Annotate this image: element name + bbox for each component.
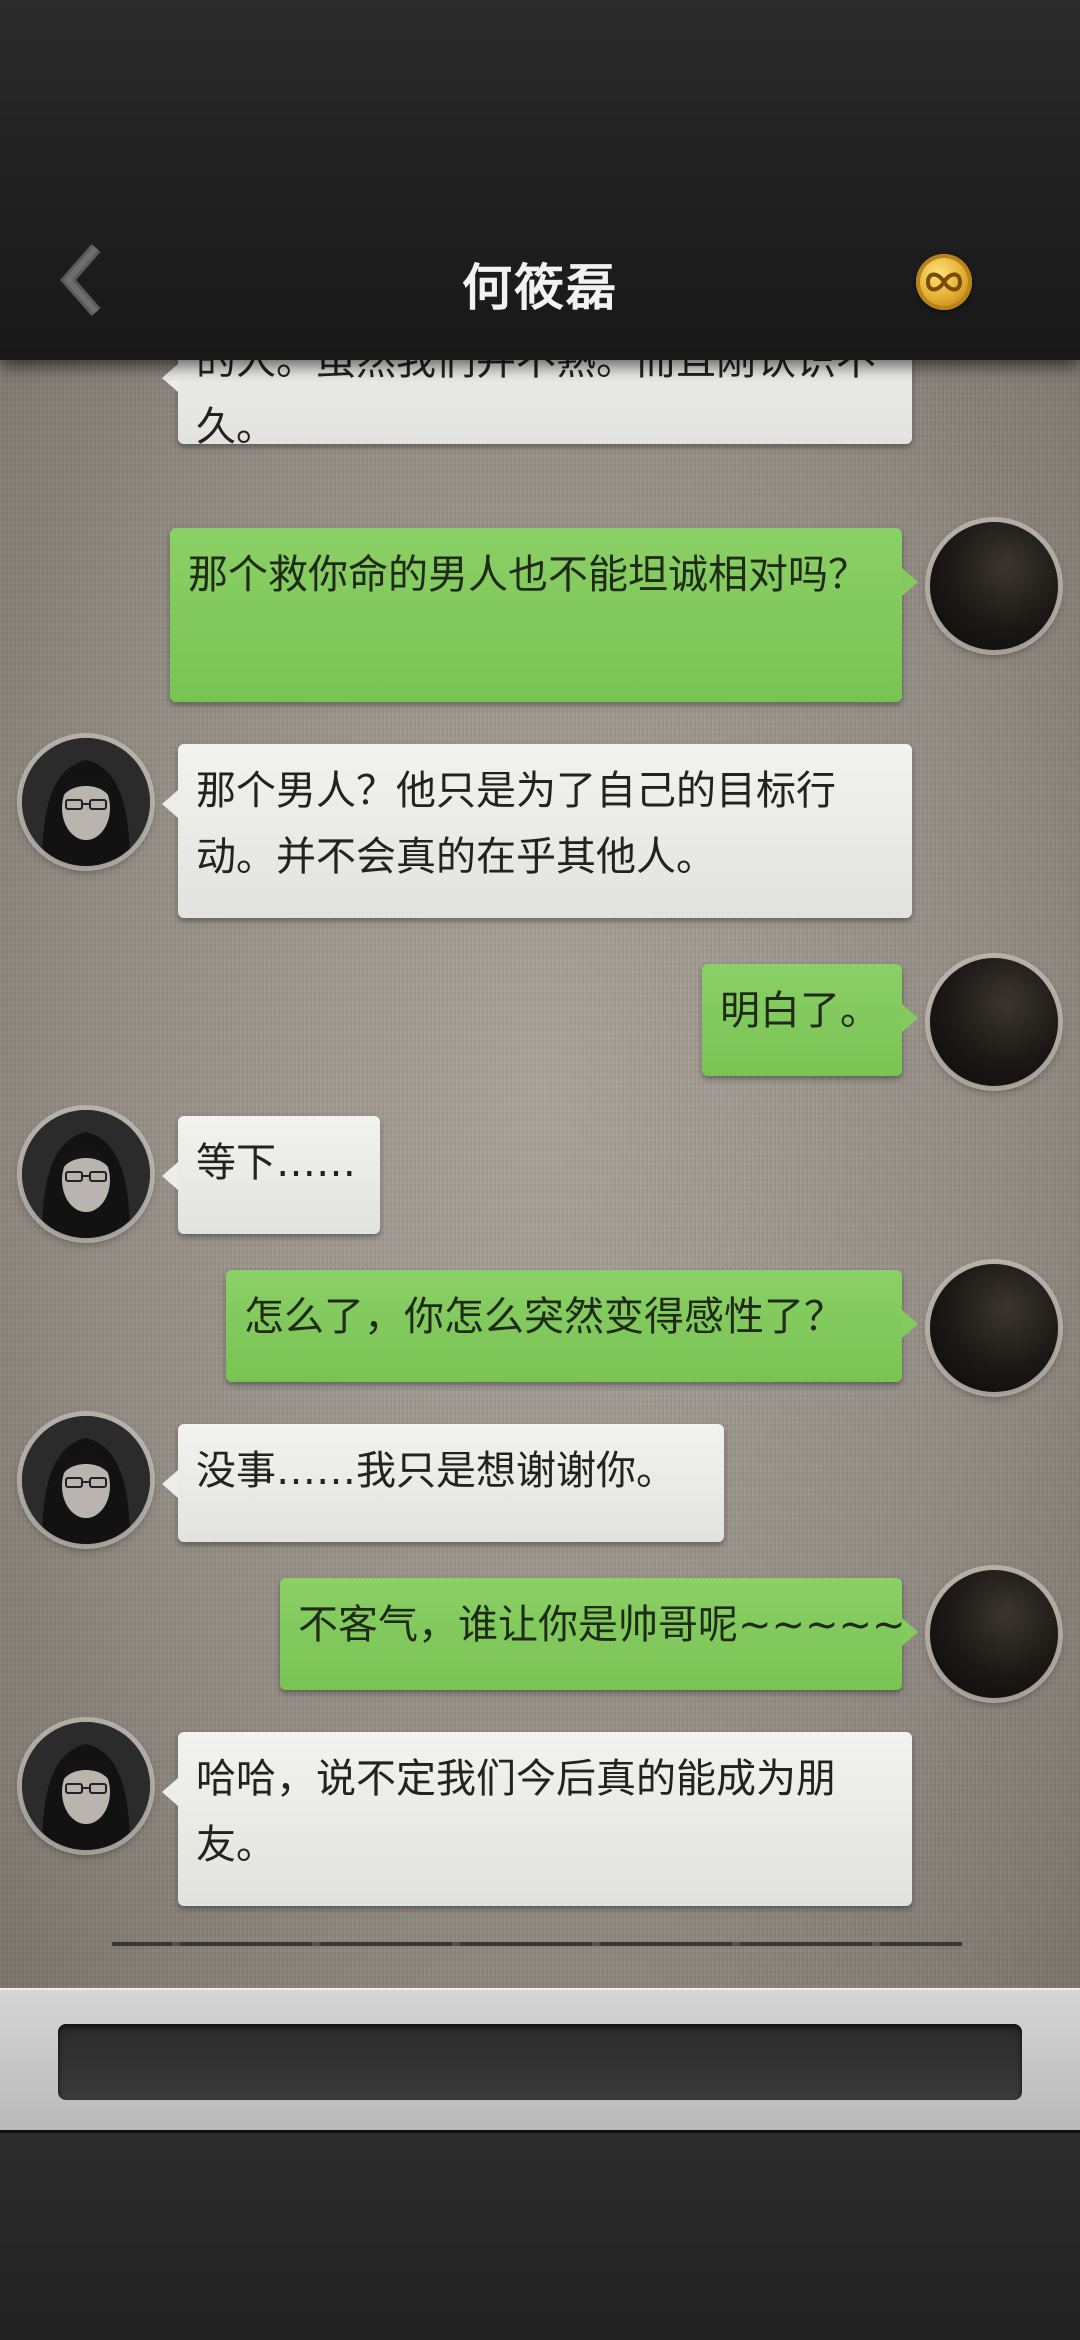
- message-bubble-incoming: 哈哈，说不定我们今后真的能成为朋友。: [162, 1732, 912, 1906]
- message-bubble-incoming: 等下……: [162, 1116, 380, 1234]
- contact-portrait-icon: [22, 1110, 150, 1238]
- message-bubble-incoming: 那个男人？他只是为了自己的目标行动。并不会真的在乎其他人。: [162, 744, 912, 918]
- message-text: 的人。虽然我们并不熟。而且刚认识不久。: [196, 360, 876, 450]
- message-bubble-outgoing: 明白了。: [702, 964, 918, 1076]
- contact-portrait-icon: [22, 1416, 150, 1544]
- infinity-coin-button[interactable]: [916, 254, 972, 310]
- message-text: 哈哈，说不定我们今后真的能成为朋友。: [196, 1756, 836, 1868]
- contact-portrait-icon: [22, 738, 150, 866]
- chat-area[interactable]: 的人。虽然我们并不熟。而且刚认识不久。 那个救你命的男人也不能坦诚相对吗？ 那个…: [0, 360, 1080, 1988]
- message-text: 明白了。: [720, 988, 880, 1034]
- infinity-coin-icon: [925, 272, 963, 292]
- message-bubble-outgoing: 怎么了，你怎么突然变得感性了？: [226, 1270, 918, 1382]
- avatar-contact: [22, 1416, 150, 1544]
- avatar-self: [930, 958, 1058, 1086]
- avatar-self: [930, 1570, 1058, 1698]
- message-text: 怎么了，你怎么突然变得感性了？: [244, 1294, 844, 1340]
- header-bar: 何筱磊: [0, 0, 1080, 360]
- avatar-contact: [22, 738, 150, 866]
- message-bubble-incoming: 的人。虽然我们并不熟。而且刚认识不久。: [162, 360, 912, 450]
- message-text: 不客气，谁让你是帅哥呢~~~~~: [298, 1602, 906, 1648]
- message-bubble-outgoing: 那个救你命的男人也不能坦诚相对吗？: [170, 528, 918, 702]
- bottom-panel: [0, 2130, 1080, 2340]
- avatar-contact: [22, 1110, 150, 1238]
- message-text: 等下……: [196, 1140, 356, 1186]
- message-bubble-outgoing: 不客气，谁让你是帅哥呢~~~~~: [280, 1578, 918, 1690]
- avatar-contact: [22, 1722, 150, 1850]
- contact-portrait-icon: [22, 1722, 150, 1850]
- input-bar: [0, 1988, 1080, 2132]
- message-text: 那个男人？他只是为了自己的目标行动。并不会真的在乎其他人。: [196, 768, 836, 880]
- message-bubble-incoming: 没事……我只是想谢谢你。: [162, 1424, 724, 1542]
- message-text: 那个救你命的男人也不能坦诚相对吗？: [188, 552, 868, 598]
- message-text: 没事……我只是想谢谢你。: [196, 1448, 676, 1494]
- message-input[interactable]: [58, 2024, 1022, 2100]
- avatar-self: [930, 1264, 1058, 1392]
- chat-divider: [112, 1942, 962, 1946]
- avatar-self: [930, 522, 1058, 650]
